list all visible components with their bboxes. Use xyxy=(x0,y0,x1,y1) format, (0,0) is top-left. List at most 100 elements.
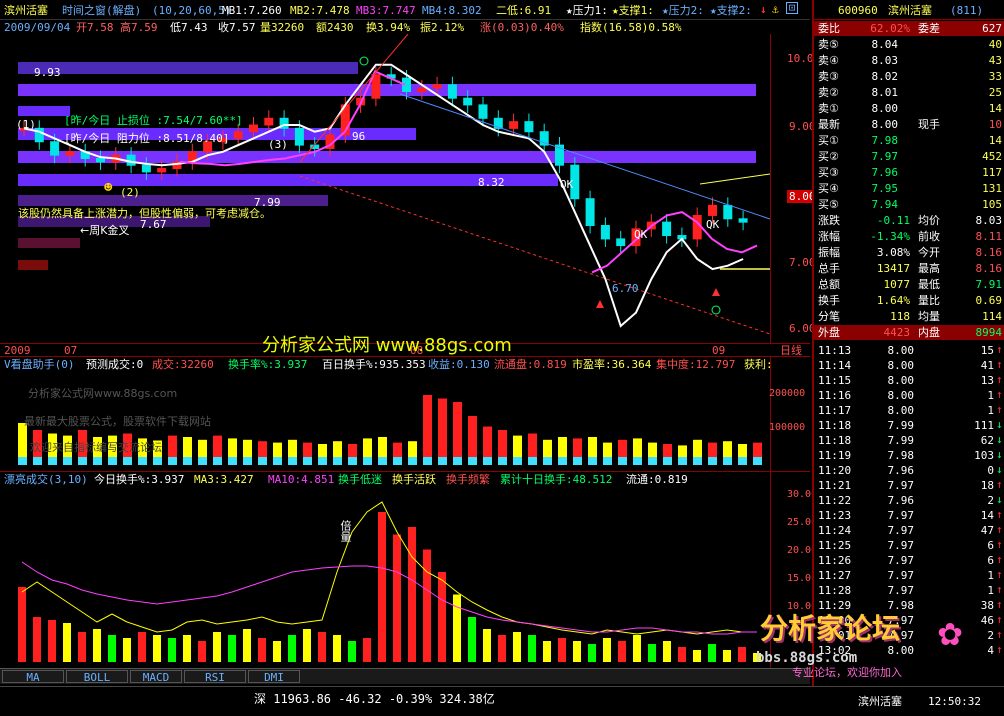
turn-hy: 换手活跃 xyxy=(392,473,436,486)
tab-dmi[interactable]: DMI xyxy=(248,670,300,684)
change-text: 涨(0.03)0.40% xyxy=(480,21,564,34)
vol-hl: 获利: xyxy=(744,358,773,371)
tick-time: 11:24 xyxy=(818,524,852,537)
turnover-bar xyxy=(453,594,461,662)
turnover-bar xyxy=(363,638,371,662)
volume-bar-base xyxy=(93,457,102,465)
tick-price: 7.97 xyxy=(887,569,915,582)
candle-body xyxy=(249,124,258,133)
stat-row: 换手 1.64% 量比 0.69 xyxy=(814,293,1004,308)
period-day-label[interactable]: 日线 xyxy=(780,344,802,357)
tick-row: 11:28 7.97 1 ↑ xyxy=(814,583,1004,598)
turn-ma10: MA10:4.851 xyxy=(268,473,335,486)
window-toggle-icon[interactable]: ⊡ xyxy=(786,2,798,14)
candle-body xyxy=(294,127,304,146)
volume-bar-base xyxy=(153,457,162,465)
candle-body xyxy=(96,158,105,163)
tick-time: 11:15 xyxy=(818,374,852,387)
main-kline-panel[interactable]: 10.00 9.00 8.00 7.00 6.00 9.93 [昨/今日 止损位… xyxy=(0,34,820,344)
volume-bar-base xyxy=(378,457,387,465)
candle-body xyxy=(524,121,534,133)
turn-panel-name[interactable]: 漂亮成交(3,10) xyxy=(4,473,88,486)
candle-body xyxy=(264,117,274,126)
tick-down-arrow-icon: ↓ xyxy=(996,448,1003,461)
trend-dash-line xyxy=(299,175,771,335)
volume-bar-base xyxy=(33,457,42,465)
tick-row: 11:25 7.97 6 ↑ xyxy=(814,538,1004,553)
stat-value: -1.34% xyxy=(870,230,910,243)
xianshou-label: 现手 xyxy=(918,118,940,131)
sell-level-label: 卖⑤ xyxy=(818,38,839,51)
candle-body xyxy=(141,164,151,173)
anchor-icon[interactable]: ⚓ xyxy=(772,3,779,16)
status-stock[interactable]: 滨州活塞 xyxy=(858,695,902,708)
tick-up-arrow-icon: ↑ xyxy=(996,373,1003,386)
turnover-bar xyxy=(123,638,131,662)
candle-body xyxy=(662,221,672,237)
volume-bar-base xyxy=(213,457,222,465)
tick-row: 11:16 8.00 1 ↑ xyxy=(814,388,1004,403)
candle-body xyxy=(692,214,702,240)
tick-volume: 1 xyxy=(987,389,994,402)
stat-row: 分笔 118 均量 114 xyxy=(814,309,1004,324)
tick-volume: 62 xyxy=(980,434,994,447)
stock-code: 600960 xyxy=(838,4,878,17)
volume-bar-base xyxy=(18,457,27,465)
tab-rsi[interactable]: RSI xyxy=(184,670,246,684)
tick-time: 11:22 xyxy=(818,494,852,507)
x-tick-2009: 2009 xyxy=(4,344,31,357)
volume-bar-base xyxy=(648,457,657,465)
mb1-value: MB1:7.260 xyxy=(222,4,282,17)
vol-cj: 成交:32260 xyxy=(152,358,214,371)
tick-up-arrow-icon: ↑ xyxy=(996,358,1003,371)
volume-bar-base xyxy=(303,457,312,465)
tick-volume: 103 xyxy=(974,449,994,462)
candle-body xyxy=(478,104,488,119)
turnover-bar xyxy=(243,629,251,662)
volume-panel[interactable]: V看盘助手(0) 预测成交:0 成交:32260 换手率%:3.937 百日换手… xyxy=(0,357,810,472)
sell-row: 卖⑤ 8.04 40 xyxy=(814,37,1004,52)
tick-up-arrow-icon: ↑ xyxy=(996,598,1003,611)
tick-up-arrow-icon: ↑ xyxy=(996,553,1003,566)
tick-volume: 111 xyxy=(974,419,994,432)
sell-level-label: 卖④ xyxy=(818,54,839,67)
candle-body xyxy=(65,151,75,156)
tick-time: 11:23 xyxy=(818,509,852,522)
tick-volume: 18 xyxy=(980,479,994,492)
turn-pf: 换手频繁 xyxy=(446,473,490,486)
watermark-sub3: 欢迎来自指标编写交流论坛 xyxy=(30,441,162,454)
candle-body xyxy=(233,131,243,139)
index-quote[interactable]: 深 11963.86 -46.32 -0.39% 324.38亿 xyxy=(254,693,495,706)
forum-slogan: 专业论坛，欢迎你加入 xyxy=(792,666,902,679)
down-arrow-icon[interactable]: ↓ xyxy=(760,3,767,16)
sell-volume: 33 xyxy=(988,70,1002,83)
candle-body xyxy=(126,154,136,166)
tick-down-arrow-icon: ↓ xyxy=(996,463,1003,476)
stat-row: 总额 1077 最低 7.91 xyxy=(814,277,1004,292)
turnover-bar xyxy=(18,587,26,662)
waipan-label: 外盘 xyxy=(818,326,840,339)
tick-time: 11:20 xyxy=(818,464,852,477)
stat-value: 8.11 xyxy=(975,230,1003,243)
vol-panel-name[interactable]: V看盘助手(0) xyxy=(4,358,75,371)
buy-volume: 14 xyxy=(988,134,1002,147)
sell-volume: 43 xyxy=(988,54,1002,67)
turnover-text: 换3.94% xyxy=(366,21,411,34)
candle-body xyxy=(708,204,717,216)
turn-lj: 累计十日换手:48.512 xyxy=(500,473,613,486)
tab-macd-label: MACD xyxy=(142,671,170,684)
buy-volume: 131 xyxy=(982,182,1002,195)
stock-name-title: 滨州活塞 xyxy=(4,4,48,17)
amplitude-text: 振2.12% xyxy=(420,21,465,34)
indicator-name[interactable]: 时间之窗(解盘) xyxy=(62,4,141,17)
tick-time: 11:16 xyxy=(818,389,852,402)
volume-bar-base xyxy=(693,457,702,465)
turnover-bar xyxy=(708,644,716,662)
price-label-670: 6.70 xyxy=(612,282,639,295)
tab-boll[interactable]: BOLL xyxy=(66,670,128,684)
turnover-panel[interactable]: 漂亮成交(3,10) 今日换手%:3.937 MA3:3.427 MA10:4.… xyxy=(0,472,817,668)
candle-body xyxy=(371,74,381,99)
tab-macd[interactable]: MACD xyxy=(130,670,182,684)
volume-bar-base xyxy=(438,457,447,465)
tab-ma[interactable]: MA xyxy=(2,670,64,684)
